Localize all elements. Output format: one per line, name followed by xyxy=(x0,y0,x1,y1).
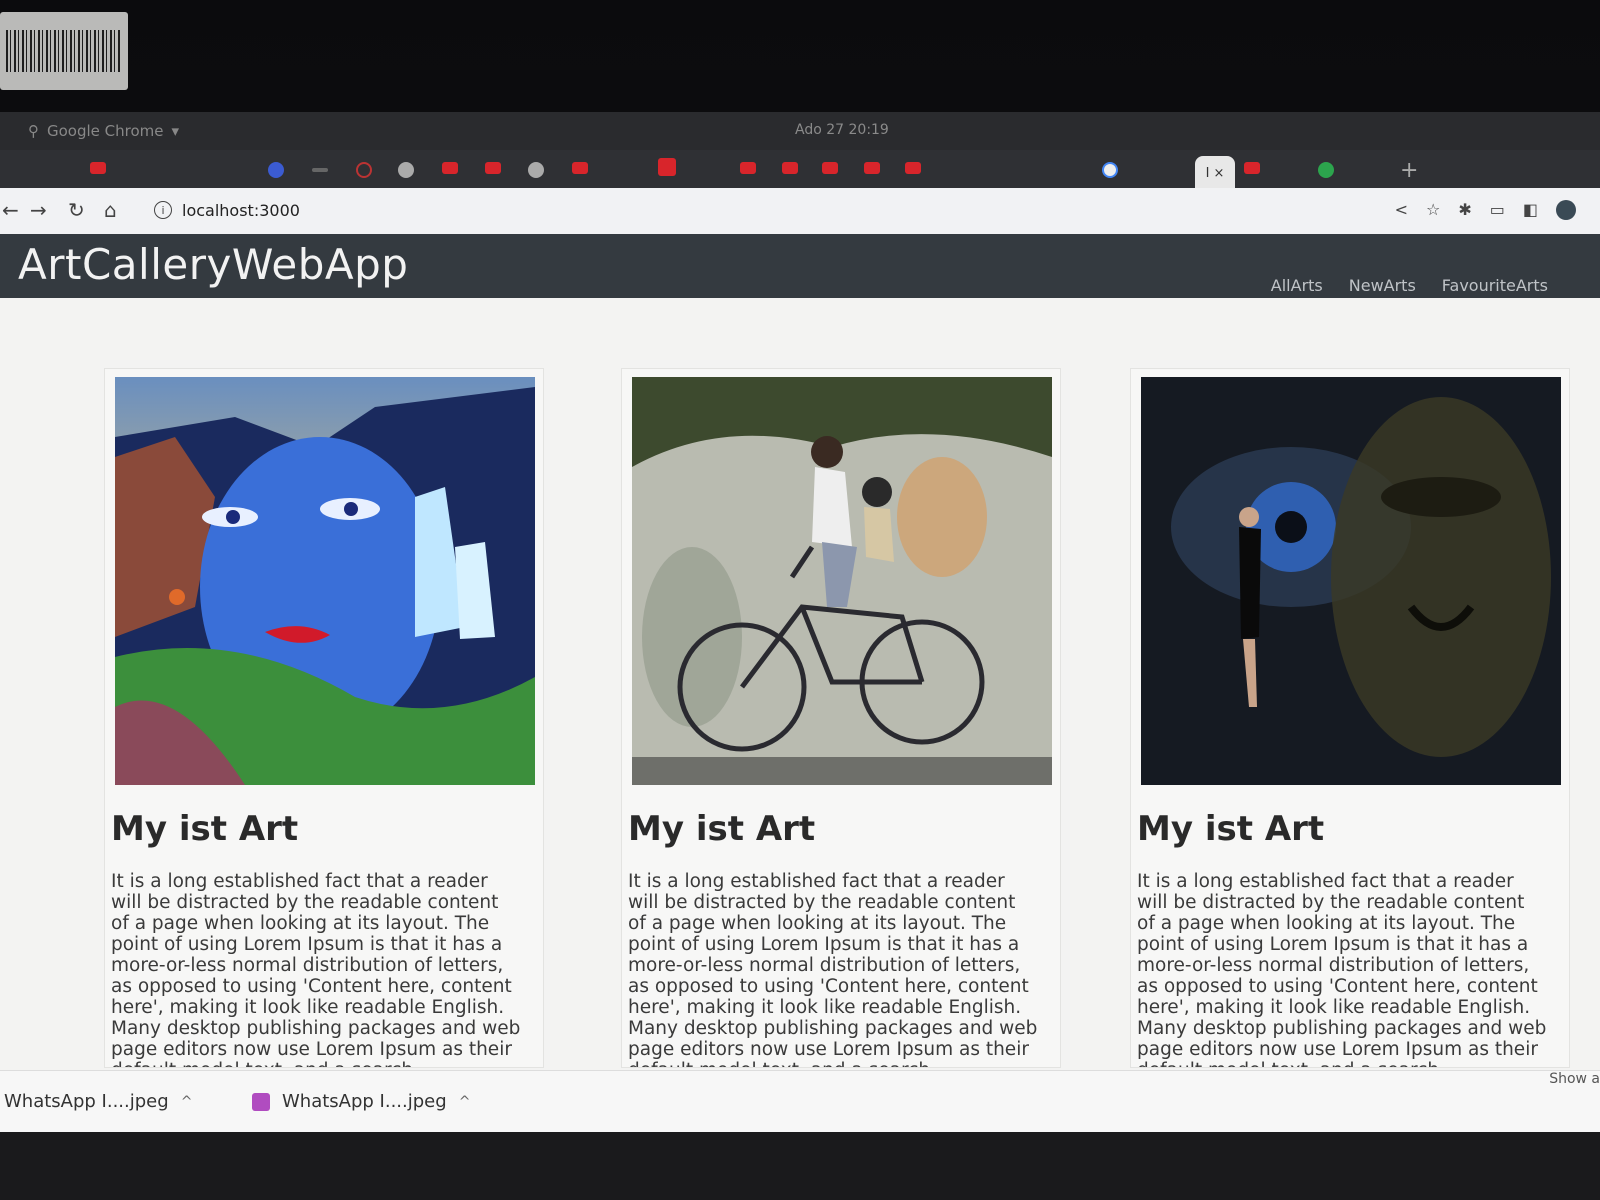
download-item[interactable]: WhatsApp I....jpeg ^ xyxy=(252,1091,470,1112)
whatsapp-tab-icon[interactable] xyxy=(1318,162,1334,178)
youtube-tab-icon[interactable] xyxy=(905,162,921,174)
art-image-surreal-face[interactable] xyxy=(115,377,535,785)
youtube-tab-icon[interactable] xyxy=(822,162,838,174)
art-image-bicycle-mural[interactable] xyxy=(632,377,1052,785)
reload-icon[interactable]: ↻ xyxy=(68,198,85,222)
chevron-up-icon[interactable]: ^ xyxy=(459,1094,471,1110)
app-brand[interactable]: ArtCalleryWebApp xyxy=(18,240,408,289)
art-card-description: It is a long established fact that a rea… xyxy=(628,871,1038,1067)
extensions-icon[interactable]: ✱ xyxy=(1458,200,1471,220)
monitor-bezel xyxy=(0,1132,1600,1200)
download-filename[interactable]: WhatsApp I....jpeg xyxy=(282,1091,447,1112)
new-tab-button[interactable]: + xyxy=(1400,158,1418,183)
active-tab-label[interactable]: I × xyxy=(1206,166,1225,181)
show-all-button[interactable]: Show a xyxy=(1549,1071,1600,1087)
home-icon[interactable]: ⌂ xyxy=(104,198,117,222)
image-file-icon xyxy=(252,1092,270,1111)
art-card: My ist Art It is a long established fact… xyxy=(104,368,544,1068)
pen-tab-icon[interactable] xyxy=(312,168,328,172)
art-card-title: My ist Art xyxy=(628,809,816,849)
youtube-tab-icon[interactable] xyxy=(572,162,588,174)
app-navbar: ArtCalleryWebApp AllArts NewArts Favouri… xyxy=(0,234,1600,298)
profile-avatar[interactable] xyxy=(1556,200,1576,220)
system-clock[interactable]: Ado 27 20:19 xyxy=(795,122,889,138)
back-icon[interactable]: ← xyxy=(2,198,19,222)
nav-link-allarts[interactable]: AllArts xyxy=(1271,276,1323,295)
toolbar-actions: < ☆ ✱ ▭ ◧ xyxy=(1395,200,1576,220)
photographed-screen: ⚲ Google Chrome ▾ Ado 27 20:19 I × + ← →… xyxy=(0,0,1600,1200)
nav-links: AllArts NewArts FavouriteArts xyxy=(1271,276,1548,295)
active-tab[interactable]: I × xyxy=(1195,156,1235,190)
art-card-title: My ist Art xyxy=(1137,809,1325,849)
chevron-down-icon: ▾ xyxy=(171,122,180,140)
gmail-tab-icon[interactable] xyxy=(782,162,798,174)
forward-icon[interactable]: → xyxy=(30,198,47,222)
art-image-dark-eye-face[interactable] xyxy=(1141,377,1561,785)
app-menu-label[interactable]: Google Chrome xyxy=(47,122,164,140)
google-tab-icon[interactable] xyxy=(1102,162,1118,178)
youtube-tab-icon[interactable] xyxy=(90,162,106,174)
user-tab-icon[interactable] xyxy=(528,162,544,178)
circle-tab-icon[interactable] xyxy=(356,162,372,178)
gallery-content: My ist Art It is a long established fact… xyxy=(0,298,1600,1070)
side-panel-icon[interactable]: ◧ xyxy=(1523,200,1538,220)
url-text[interactable]: localhost:3000 xyxy=(182,201,300,220)
barcode-sticker xyxy=(0,12,128,90)
youtube-tab-icon[interactable] xyxy=(1244,162,1260,174)
system-top-bar: ⚲ Google Chrome ▾ Ado 27 20:19 xyxy=(0,112,1600,150)
site-info-icon[interactable]: i xyxy=(154,201,172,219)
download-filename[interactable]: WhatsApp I....jpeg xyxy=(4,1091,169,1112)
address-bar[interactable]: i localhost:3000 xyxy=(142,193,1372,227)
browser-toolbar: ← → ↻ ⌂ i localhost:3000 < ☆ ✱ ▭ ◧ xyxy=(0,188,1600,234)
chevron-up-icon[interactable]: ^ xyxy=(181,1094,193,1110)
youtube-tab-icon[interactable] xyxy=(442,162,458,174)
share-icon[interactable]: < xyxy=(1395,200,1408,220)
tab-icon-u[interactable] xyxy=(268,162,284,178)
art-card-title: My ist Art xyxy=(111,809,299,849)
nav-link-favouritearts[interactable]: FavouriteArts xyxy=(1442,276,1548,295)
app-menu-icon[interactable]: ⚲ xyxy=(28,122,39,140)
cast-icon[interactable]: ▭ xyxy=(1490,200,1505,220)
browser-tab-strip: I × + xyxy=(0,150,1600,192)
download-item[interactable]: WhatsApp I....jpeg ^ xyxy=(4,1091,192,1112)
art-card: My ist Art It is a long established fact… xyxy=(1130,368,1570,1068)
youtube-tab-icon[interactable] xyxy=(864,162,880,174)
art-card-description: It is a long established fact that a rea… xyxy=(1137,871,1547,1067)
bookmark-star-icon[interactable]: ☆ xyxy=(1426,200,1440,220)
nav-link-newarts[interactable]: NewArts xyxy=(1349,276,1416,295)
youtube-tab-icon[interactable] xyxy=(740,162,756,174)
youtube-tab-icon[interactable] xyxy=(485,162,501,174)
art-card-description: It is a long established fact that a rea… xyxy=(111,871,521,1067)
red-square-tab-icon[interactable] xyxy=(658,158,676,176)
art-card: My ist Art It is a long established fact… xyxy=(621,368,1061,1068)
user-tab-icon[interactable] xyxy=(398,162,414,178)
download-shelf: WhatsApp I....jpeg ^ WhatsApp I....jpeg … xyxy=(0,1070,1600,1132)
